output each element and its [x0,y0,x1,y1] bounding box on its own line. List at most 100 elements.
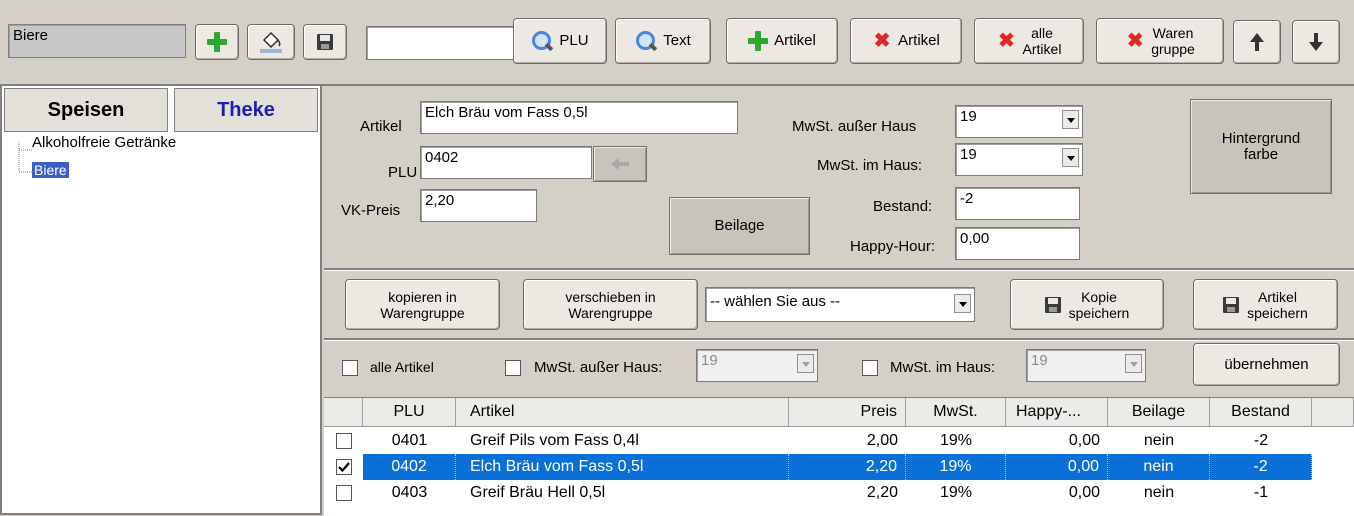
save-article-button[interactable]: Artikel speichern [1193,279,1338,330]
column-header-beilage[interactable]: Beilage [1108,398,1210,427]
plu-fetch-button[interactable] [593,146,647,182]
all-articles-checkbox[interactable] [342,360,358,376]
chevron-down-icon [1062,110,1079,129]
tab-speisen[interactable]: Speisen [4,88,168,132]
cell-plu: 0401 [391,432,428,449]
column-header-happy[interactable]: Happy-... [1006,398,1108,427]
stock-label: Bestand: [873,198,933,215]
delete-group-button[interactable]: ✖ Waren gruppe [1096,18,1224,64]
delete-icon: ✖ [873,30,891,52]
tree-item-alkoholfreie-getraenke[interactable]: Alkoholfreie Getränke [32,134,176,151]
paint-bucket-icon [260,31,282,53]
cell-happy: 0,00 [1068,484,1100,501]
delete-all-label: alle Artikel [1022,25,1062,57]
column-header-preis[interactable]: Preis [789,398,906,427]
cell-mwst: 19% [939,484,973,501]
disk-icon [1044,296,1061,313]
delete-all-articles-button[interactable]: ✖ alle Artikel [974,18,1084,64]
cell-bestand: -1 [1253,484,1269,501]
bulk-vat-out-select[interactable]: 19 [696,349,818,382]
vat-out-select[interactable]: 19 [955,105,1083,138]
article-label: Artikel [360,118,402,135]
cell-beilage: nein [1108,454,1210,480]
cell-bestand: -2 [1210,454,1312,480]
save-category-button[interactable] [303,24,347,60]
search-plu-button[interactable]: PLU [513,18,607,64]
save-copy-label: Kopie speichern [1068,288,1130,321]
side-dish-button[interactable]: Beilage [669,197,810,255]
search-text-button[interactable]: Text [615,18,711,64]
delete-icon: ✖ [998,30,1015,52]
cell-artikel: Elch Bräu vom Fass 0,5l [456,454,789,480]
chevron-down-icon [797,354,814,373]
column-header-plu[interactable]: PLU [363,398,456,427]
row-checkbox[interactable] [336,459,352,475]
cell-bestand: -2 [1253,432,1269,449]
category-field[interactable]: Biere [8,24,186,58]
delete-article-button[interactable]: ✖ Artikel [850,18,962,64]
stock-input[interactable]: -2 [955,187,1080,220]
column-header-filler [1312,398,1354,427]
cell-mwst: 19% [906,454,1006,480]
bulk-vat-in-label: MwSt. im Haus: [890,359,996,376]
search-icon [635,30,657,52]
category-panel: Speisen Theke Alkoholfreie Getränke Bier… [0,86,322,515]
apply-button[interactable]: übernehmen [1193,343,1340,386]
plus-icon [207,32,227,52]
plu-input[interactable]: 0402 [420,146,592,179]
copy-to-group-button[interactable]: kopieren in Warengruppe [345,279,500,330]
separator [324,338,1354,340]
cell-mwst: 19% [939,432,973,449]
column-header-mwst[interactable]: MwSt. [906,398,1006,427]
arrow-down-icon [1309,33,1323,51]
tree-item-biere[interactable]: Biere [32,162,69,178]
cell-preis: 2,00 [866,432,898,449]
arrow-up-icon [1250,33,1264,51]
disk-icon [1223,296,1240,313]
row-checkbox[interactable] [336,485,352,501]
row-checkbox[interactable] [336,433,352,449]
add-category-button[interactable] [195,24,239,60]
checkmark-icon [338,462,350,473]
article-table: PLU Artikel Preis MwSt. Happy-... Beilag… [324,397,1354,516]
background-color-button[interactable]: Hintergrund farbe [1190,99,1332,194]
table-row[interactable]: 0403 Greif Bräu Hell 0,5l 2,20 19% 0,00 nein -… [324,480,1354,506]
target-group-select[interactable]: -- wählen Sie aus -- [705,287,975,322]
table-row[interactable]: 0402 Elch Bräu vom Fass 0,5l 2,20 19% 0,00 ne… [324,454,1354,480]
add-article-button[interactable]: Artikel [726,18,838,64]
save-copy-button[interactable]: Kopie speichern [1010,279,1164,330]
column-header-bestand[interactable]: Bestand [1210,398,1312,427]
move-down-button[interactable] [1292,20,1340,64]
delete-icon: ✖ [1126,30,1144,52]
search-input[interactable] [366,26,518,60]
delete-article-label: Artikel [898,32,940,49]
paint-bucket-button[interactable] [247,24,295,60]
search-text-label: Text [663,32,691,49]
article-name-input[interactable]: Elch Bräu vom Fass 0,5l [420,101,738,134]
cell-artikel: Greif Pils vom Fass 0,4l [470,432,639,449]
cell-beilage: nein [1143,432,1175,449]
happy-hour-input[interactable]: 0,00 [955,227,1080,260]
price-input[interactable]: 2,20 [420,189,537,222]
chevron-down-icon [1125,354,1142,373]
bulk-vat-out-checkbox[interactable] [505,360,521,376]
toolbar: Biere PLU Text Artikel ✖ Artikel ✖ alle Ar… [0,0,1354,86]
vat-in-select[interactable]: 19 [955,143,1083,176]
table-row[interactable]: 0401 Greif Pils vom Fass 0,4l 2,00 19% 0,00 n… [324,428,1354,454]
plu-label: PLU [388,164,418,181]
bulk-vat-in-checkbox[interactable] [862,360,878,376]
column-header-artikel[interactable]: Artikel [456,398,789,427]
cell-happy: 0,00 [1006,454,1108,480]
tab-theke[interactable]: Theke [174,88,318,132]
cell-happy: 0,00 [1068,432,1100,449]
vat-out-label: MwSt. außer Haus [792,118,917,135]
cell-beilage: nein [1143,484,1175,501]
search-plu-label: PLU [559,32,589,49]
move-up-button[interactable] [1233,20,1281,64]
move-to-group-button[interactable]: verschieben in Warengruppe [523,279,698,330]
vat-in-label: MwSt. im Haus: [817,157,923,174]
cell-preis: 2,20 [789,454,906,480]
bulk-vat-in-select[interactable]: 19 [1026,349,1146,382]
cell-artikel: Greif Bräu Hell 0,5l [470,484,606,501]
separator [324,268,1354,270]
